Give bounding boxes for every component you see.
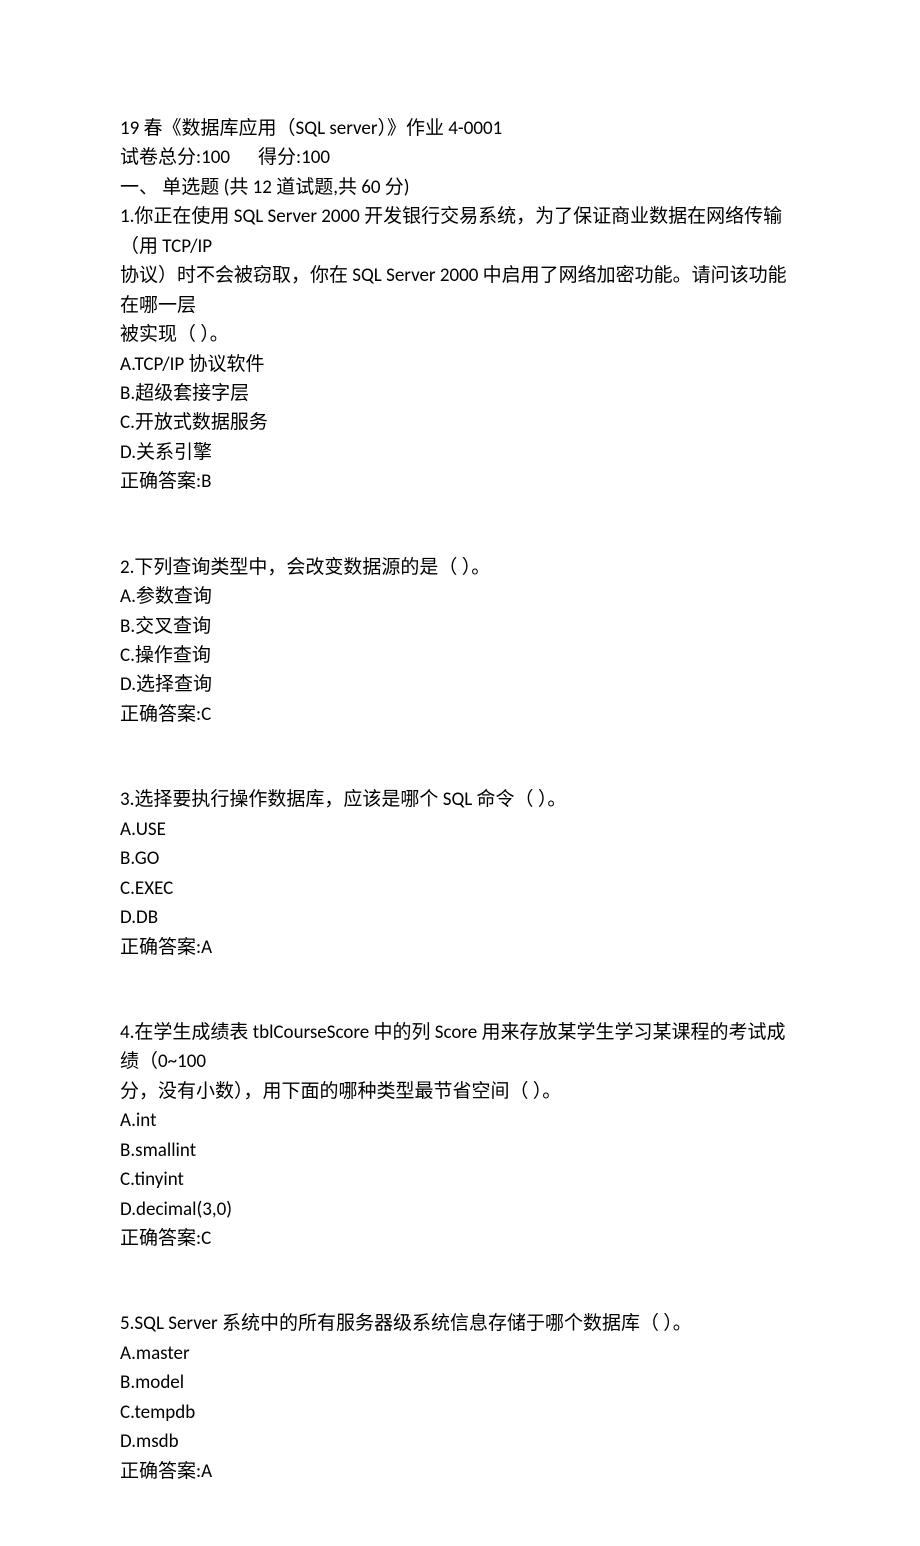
score-line: 试卷总分:100得分:100 [120, 143, 800, 172]
question-option: A.USE [120, 815, 800, 844]
question-option: A.TCP/IP 协议软件 [120, 350, 800, 379]
question-option: C.开放式数据服务 [120, 408, 800, 437]
question-stem: 4.在学生成绩表 tblCourseScore 中的列 Score 用来存放某学… [120, 1018, 800, 1077]
correct-answer: 正确答案:A [120, 1457, 800, 1486]
correct-answer: 正确答案:C [120, 700, 800, 729]
question-separator [120, 729, 800, 785]
question-option: A.int [120, 1106, 800, 1135]
question-stem: 2.下列查询类型中，会改变数据源的是（ ）。 [120, 553, 800, 582]
question-stem: 分，没有小数），用下面的哪种类型最节省空间（ ）。 [120, 1077, 800, 1106]
question-separator [120, 497, 800, 553]
question-stem: 协议）时不会被窃取，你在 SQL Server 2000 中启用了网络加密功能。… [120, 261, 800, 320]
question-option: D.关系引擎 [120, 438, 800, 467]
correct-answer: 正确答案:B [120, 467, 800, 496]
question-option: D.decimal(3,0) [120, 1195, 800, 1224]
question-option: C.EXEC [120, 874, 800, 903]
questions-list: 1.你正在使用 SQL Server 2000 开发银行交易系统，为了保证商业数… [120, 202, 800, 1486]
question-option: B.超级套接字层 [120, 379, 800, 408]
correct-answer: 正确答案:A [120, 933, 800, 962]
exam-title: 19 春《数据库应用（SQL server）》作业 4-0001 [120, 114, 800, 143]
question-option: C.tempdb [120, 1398, 800, 1427]
question-option: B.GO [120, 844, 800, 873]
question-stem: 1.你正在使用 SQL Server 2000 开发银行交易系统，为了保证商业数… [120, 202, 800, 261]
question-option: D.msdb [120, 1427, 800, 1456]
question-option: C.操作查询 [120, 641, 800, 670]
question-stem: 3.选择要执行操作数据库，应该是哪个 SQL 命令（ ）。 [120, 785, 800, 814]
question-option: C.tinyint [120, 1165, 800, 1194]
question-separator [120, 1253, 800, 1309]
question-option: B.交叉查询 [120, 612, 800, 641]
score-label: 得分: [258, 146, 301, 169]
question-option: D.DB [120, 903, 800, 932]
question-stem: 5.SQL Server 系统中的所有服务器级系统信息存储于哪个数据库（ ）。 [120, 1309, 800, 1338]
total-score-value: 100 [201, 146, 230, 169]
score-value: 100 [301, 146, 330, 169]
section-heading: 一、 单选题 (共 12 道试题,共 60 分) [120, 173, 800, 202]
question-option: B.model [120, 1368, 800, 1397]
exam-document: 19 春《数据库应用（SQL server）》作业 4-0001 试卷总分:10… [0, 0, 920, 1546]
correct-answer: 正确答案:C [120, 1224, 800, 1253]
question-option: A.master [120, 1339, 800, 1368]
total-score-label: 试卷总分: [120, 146, 201, 169]
question-option: D.选择查询 [120, 670, 800, 699]
question-separator [120, 962, 800, 1018]
question-option: B.smallint [120, 1136, 800, 1165]
question-stem: 被实现（ ）。 [120, 320, 800, 349]
question-option: A.参数查询 [120, 582, 800, 611]
